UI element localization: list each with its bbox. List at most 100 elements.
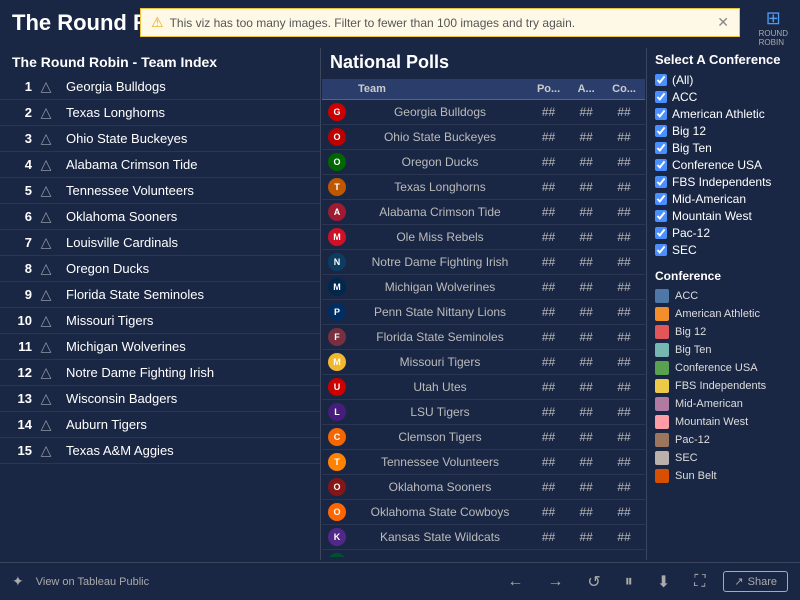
conference-checkbox[interactable]: [655, 108, 667, 120]
team-list-row[interactable]: 15 △ Texas A&M Aggies: [0, 438, 320, 464]
team-logo: M: [328, 553, 346, 557]
poll-po: ##: [528, 150, 569, 175]
conference-checkbox-item[interactable]: Conference USA: [655, 158, 792, 172]
poll-co: ##: [603, 475, 645, 500]
poll-co: ##: [603, 100, 645, 125]
team-list-row[interactable]: 4 △ Alabama Crimson Tide: [0, 152, 320, 178]
poll-team-row[interactable]: M Miami Hurricanes ## ## ##: [322, 550, 645, 558]
conference-checkbox[interactable]: [655, 210, 667, 222]
poll-team-row[interactable]: M Missouri Tigers ## ## ##: [322, 350, 645, 375]
team-list-row[interactable]: 12 △ Notre Dame Fighting Irish: [0, 360, 320, 386]
team-list-row[interactable]: 6 △ Oklahoma Sooners: [0, 204, 320, 230]
conference-checkbox[interactable]: [655, 193, 667, 205]
conference-checkbox[interactable]: [655, 159, 667, 171]
poll-team-row[interactable]: A Alabama Crimson Tide ## ## ##: [322, 200, 645, 225]
poll-team-row[interactable]: G Georgia Bulldogs ## ## ##: [322, 100, 645, 125]
warning-close-button[interactable]: ✕: [717, 14, 729, 31]
conference-checkbox[interactable]: [655, 176, 667, 188]
toolbar-back-button[interactable]: ←: [501, 571, 529, 593]
legend-color-swatch: [655, 289, 669, 303]
poll-team-row[interactable]: O Ohio State Buckeyes ## ## ##: [322, 125, 645, 150]
legend-label: FBS Independents: [675, 380, 766, 392]
poll-team-name: Ohio State Buckeyes: [352, 125, 528, 150]
team-warning-icon: △: [32, 390, 60, 407]
toolbar-forward-button[interactable]: →: [541, 571, 569, 593]
poll-team-row[interactable]: T Tennessee Volunteers ## ## ##: [322, 450, 645, 475]
team-list-row[interactable]: 10 △ Missouri Tigers: [0, 308, 320, 334]
conference-checkbox[interactable]: [655, 227, 667, 239]
poll-ap: ##: [569, 425, 603, 450]
poll-team-row[interactable]: L LSU Tigers ## ## ##: [322, 400, 645, 425]
team-list-row[interactable]: 8 △ Oregon Ducks: [0, 256, 320, 282]
poll-ap: ##: [569, 200, 603, 225]
poll-team-row[interactable]: C Clemson Tigers ## ## ##: [322, 425, 645, 450]
poll-team-row[interactable]: M Michigan Wolverines ## ## ##: [322, 275, 645, 300]
poll-team-row[interactable]: O Oregon Ducks ## ## ##: [322, 150, 645, 175]
legend-list: ACC American Athletic Big 12 Big Ten Con…: [655, 289, 792, 483]
tableau-logo: ⊞ ROUNDROBIN: [759, 8, 788, 47]
team-list-row[interactable]: 1 △ Georgia Bulldogs: [0, 74, 320, 100]
poll-team-row[interactable]: P Penn State Nittany Lions ## ## ##: [322, 300, 645, 325]
conference-checkbox-item[interactable]: Big Ten: [655, 141, 792, 155]
team-rank: 10: [8, 313, 32, 328]
poll-team-row[interactable]: U Utah Utes ## ## ##: [322, 375, 645, 400]
poll-team-row[interactable]: O Oklahoma State Cowboys ## ## ##: [322, 500, 645, 525]
poll-co: ##: [603, 325, 645, 350]
conference-checkbox[interactable]: [655, 125, 667, 137]
conference-checkbox-item[interactable]: SEC: [655, 243, 792, 257]
poll-team-row[interactable]: M Ole Miss Rebels ## ## ##: [322, 225, 645, 250]
team-logo: F: [328, 328, 346, 346]
conference-checkbox-item[interactable]: Mountain West: [655, 209, 792, 223]
conference-checkbox-item[interactable]: ACC: [655, 90, 792, 104]
conference-checkbox[interactable]: [655, 91, 667, 103]
toolbar-pause-button[interactable]: ⏸: [619, 571, 639, 593]
team-rank: 11: [8, 339, 32, 354]
conference-checkbox[interactable]: [655, 142, 667, 154]
team-name: Missouri Tigers: [60, 313, 312, 328]
tableau-public-link[interactable]: View on Tableau Public: [36, 576, 149, 588]
conference-checkbox-item[interactable]: Pac-12: [655, 226, 792, 240]
poll-team-row[interactable]: K Kansas State Wildcats ## ## ##: [322, 525, 645, 550]
legend-item: American Athletic: [655, 307, 792, 321]
share-button[interactable]: ↗ Share: [723, 571, 788, 592]
poll-ap: ##: [569, 325, 603, 350]
team-list-row[interactable]: 11 △ Michigan Wolverines: [0, 334, 320, 360]
team-list-row[interactable]: 7 △ Louisville Cardinals: [0, 230, 320, 256]
conference-checkbox-label: (All): [672, 73, 693, 87]
poll-team-row[interactable]: N Notre Dame Fighting Irish ## ## ##: [322, 250, 645, 275]
conference-checkbox[interactable]: [655, 74, 667, 86]
team-rank: 2: [8, 105, 32, 120]
team-list-row[interactable]: 14 △ Auburn Tigers: [0, 412, 320, 438]
team-list-row[interactable]: 9 △ Florida State Seminoles: [0, 282, 320, 308]
toolbar-refresh-button[interactable]: ↺: [581, 570, 606, 594]
team-list-row[interactable]: 13 △ Wisconsin Badgers: [0, 386, 320, 412]
team-list-row[interactable]: 3 △ Ohio State Buckeyes: [0, 126, 320, 152]
conference-checkbox-list: (All) ACC American Athletic Big 12 Big Ten Co…: [655, 73, 792, 257]
team-logo-cell: M: [322, 225, 352, 250]
conference-checkbox-item[interactable]: American Athletic: [655, 107, 792, 121]
team-list-row[interactable]: 2 △ Texas Longhorns: [0, 100, 320, 126]
poll-ap: ##: [569, 350, 603, 375]
poll-team-row[interactable]: O Oklahoma Sooners ## ## ##: [322, 475, 645, 500]
poll-po: ##: [528, 175, 569, 200]
team-logo-cell: T: [322, 175, 352, 200]
share-label: Share: [748, 576, 777, 588]
poll-team-row[interactable]: T Texas Longhorns ## ## ##: [322, 175, 645, 200]
team-list-row[interactable]: 5 △ Tennessee Volunteers: [0, 178, 320, 204]
conference-checkbox-item[interactable]: (All): [655, 73, 792, 87]
team-rank: 14: [8, 417, 32, 432]
conference-checkbox-item[interactable]: Mid-American: [655, 192, 792, 206]
poll-co: ##: [603, 150, 645, 175]
team-name: Florida State Seminoles: [60, 287, 312, 302]
toolbar-fullscreen-button[interactable]: ⛶: [688, 571, 711, 593]
team-logo-cell: O: [322, 500, 352, 525]
toolbar-download-button[interactable]: ⬇: [651, 570, 676, 594]
poll-team-row[interactable]: F Florida State Seminoles ## ## ##: [322, 325, 645, 350]
poll-po: ##: [528, 375, 569, 400]
team-name: Michigan Wolverines: [60, 339, 312, 354]
conference-checkbox-item[interactable]: Big 12: [655, 124, 792, 138]
conference-checkbox-item[interactable]: FBS Independents: [655, 175, 792, 189]
team-warning-icon: △: [32, 234, 60, 251]
legend-item: SEC: [655, 451, 792, 465]
conference-checkbox[interactable]: [655, 244, 667, 256]
